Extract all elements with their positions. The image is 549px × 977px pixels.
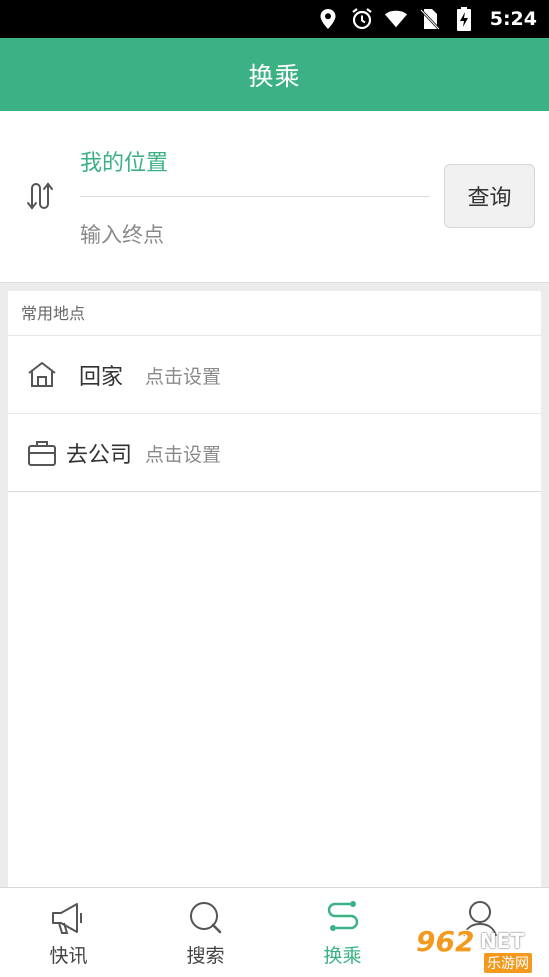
route-panel: 我的位置 输入终点 查询 (0, 111, 549, 283)
page-title: 换乘 (248, 61, 301, 91)
nav-label-news: 快讯 (49, 945, 88, 967)
watermark-net-text: NET (480, 929, 525, 953)
status-time: 5:24 (489, 8, 537, 30)
watermark-logo-text: 962 (416, 925, 475, 958)
nav-item-search[interactable]: 搜索 (137, 888, 274, 977)
briefcase-icon (26, 437, 58, 469)
status-bar: 5:24 (0, 0, 549, 38)
place-name-company: 去公司 (66, 443, 133, 468)
place-name-home: 回家 (79, 365, 124, 390)
place-hint-home: 点击设置 (145, 366, 222, 388)
route-divider (80, 196, 430, 197)
swap-route-icon[interactable] (24, 180, 60, 212)
app-root: 5:24 换乘 我的位置 输入终点 查询 常用地点 回家 点击设置 去公司 点击… (0, 0, 549, 977)
place-hint-company: 点击设置 (145, 444, 222, 466)
transfer-icon (323, 898, 363, 938)
location-icon (316, 7, 340, 31)
watermark-logo: 962 NET 乐游网 (416, 925, 546, 973)
nav-label-transfer: 换乘 (323, 945, 362, 967)
search-icon (186, 898, 226, 938)
origin-field[interactable]: 我的位置 (80, 145, 168, 177)
section-title: 常用地点 (8, 291, 541, 336)
alarm-icon (350, 7, 374, 31)
nav-label-search: 搜索 (186, 945, 225, 967)
home-icon (26, 359, 58, 391)
watermark-sub-text: 乐游网 (484, 953, 532, 973)
wifi-icon (384, 7, 408, 31)
destination-input[interactable]: 输入终点 (80, 219, 164, 249)
battery-charging-icon (452, 7, 476, 31)
common-places-card: 常用地点 回家 点击设置 去公司 点击设置 (8, 291, 541, 887)
nav-item-news[interactable]: 快讯 (0, 888, 137, 977)
query-button[interactable]: 查询 (444, 164, 535, 228)
place-row-home[interactable]: 回家 点击设置 (8, 336, 541, 414)
nav-item-transfer[interactable]: 换乘 (274, 888, 411, 977)
app-header: 换乘 (0, 38, 549, 111)
place-row-company[interactable]: 去公司 点击设置 (8, 414, 541, 492)
megaphone-icon (49, 898, 89, 938)
no-sim-icon (418, 7, 442, 31)
